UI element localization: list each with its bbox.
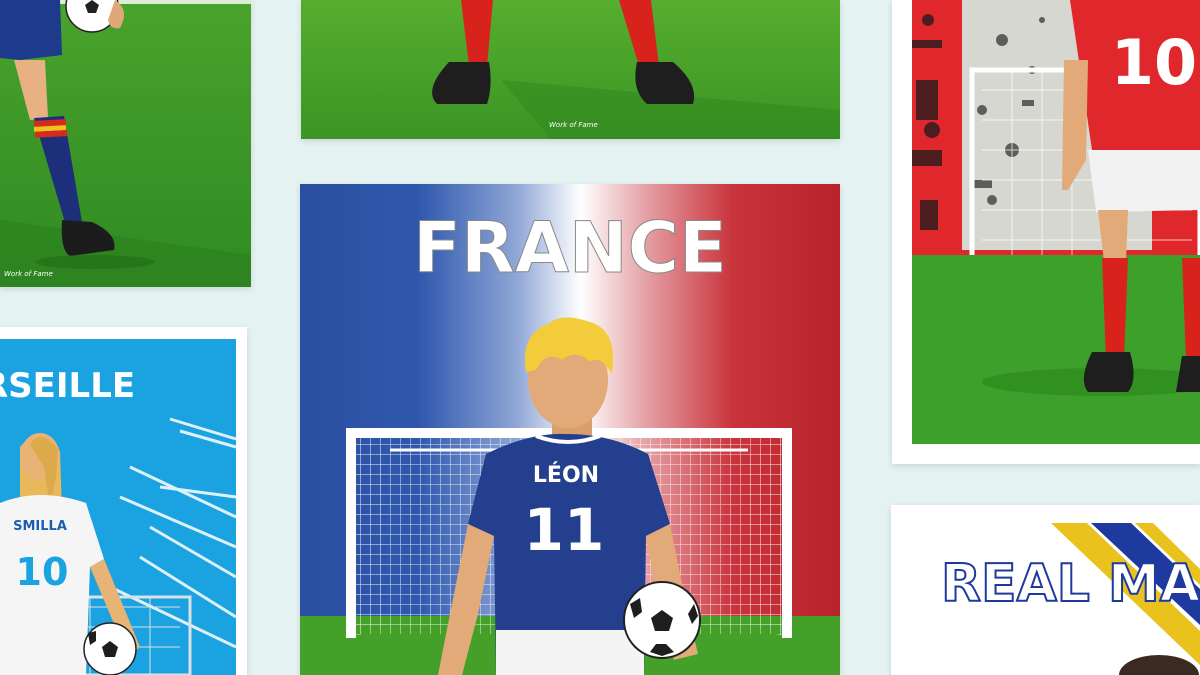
player-boot: [1083, 352, 1134, 392]
poster-signature: Work of Fame: [4, 270, 53, 278]
top-center-illustration: Work of Fame: [301, 0, 840, 139]
player-shorts: [0, 0, 62, 60]
soccer-ball-icon: [623, 581, 701, 659]
marseille-illustration: SMILLA 10 RSEILLE: [0, 339, 237, 675]
switzerland-illustration: 10: [912, 0, 1200, 444]
pitch-grass: [912, 255, 1200, 444]
poster-title: RSEILLE: [0, 366, 135, 406]
poster-title: REAL MA: [941, 554, 1200, 614]
poster-spain[interactable]: Work of Fame: [0, 0, 251, 287]
poster-switzerland[interactable]: 10: [892, 0, 1200, 464]
player-sock: [1102, 258, 1128, 360]
poster-real[interactable]: REAL MA: [891, 505, 1200, 675]
france-illustration: LÉON 11 FRANCE: [300, 184, 840, 675]
poster-top-center[interactable]: Work of Fame: [301, 0, 840, 139]
player-number: 10: [16, 550, 69, 594]
real-illustration: REAL MA: [891, 505, 1200, 675]
player-shorts: [496, 630, 644, 675]
poster-signature: Work of Fame: [549, 121, 598, 129]
player-shorts: [1088, 150, 1200, 212]
spain-illustration: Work of Fame: [0, 0, 251, 287]
player-number: 11: [524, 496, 605, 564]
poster-title: FRANCE: [413, 207, 727, 289]
poster-marseille[interactable]: SMILLA 10 RSEILLE: [0, 327, 247, 675]
player-name: LÉON: [533, 462, 599, 488]
player-number: 10: [1111, 26, 1197, 99]
soccer-ball-icon: [83, 622, 137, 675]
poster-france[interactable]: LÉON 11 FRANCE: [300, 184, 840, 675]
player-name: SMILLA: [13, 519, 67, 534]
